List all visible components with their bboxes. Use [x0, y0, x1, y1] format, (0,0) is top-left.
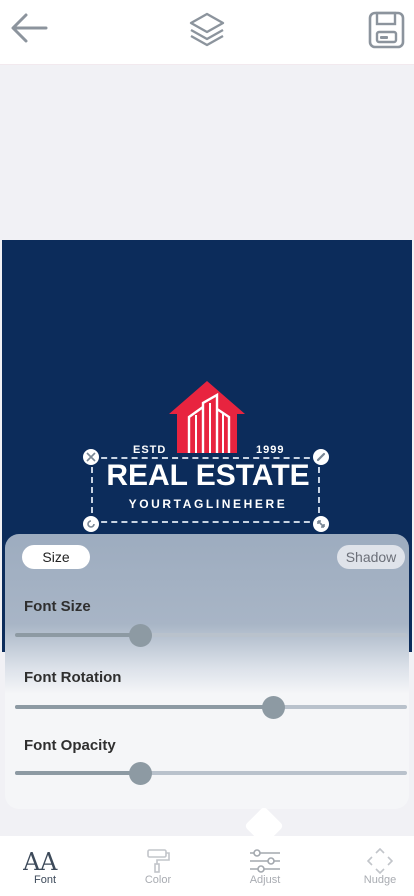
nav-item-nudge[interactable]: Nudge — [330, 836, 414, 896]
tab-size[interactable]: Size — [22, 545, 90, 569]
svg-text:A: A — [23, 848, 41, 872]
tab-shadow[interactable]: Shadow — [337, 545, 405, 569]
font-opacity-slider[interactable] — [15, 771, 407, 775]
bottom-nav: A A Font Color Adjust Nudge — [0, 836, 414, 896]
house-logo-icon — [167, 381, 247, 460]
nav-item-adjust[interactable]: Adjust — [215, 836, 315, 896]
font-rotation-slider-thumb[interactable] — [262, 696, 285, 719]
nav-item-color[interactable]: Color — [108, 836, 208, 896]
slider-fill — [15, 771, 140, 775]
slider-fill — [15, 705, 274, 709]
canvas-background — [0, 65, 414, 240]
nav-label-nudge: Nudge — [363, 874, 397, 886]
text-selection-box[interactable] — [91, 457, 320, 523]
resize-handle-icon[interactable] — [313, 516, 329, 532]
font-size-label: Font Size — [24, 598, 91, 615]
nav-label-adjust: Adjust — [249, 874, 281, 886]
font-rotation-label: Font Rotation — [24, 669, 122, 686]
rotate-handle-icon[interactable] — [83, 516, 99, 532]
font-aa-icon: A A — [22, 846, 63, 877]
font-opacity-label: Font Opacity — [24, 737, 116, 754]
nav-label-color: Color — [144, 874, 172, 886]
svg-text:A: A — [39, 848, 58, 872]
edit-pencil-icon[interactable] — [313, 449, 329, 465]
font-size-slider-thumb[interactable] — [129, 624, 152, 647]
font-opacity-slider-thumb[interactable] — [129, 762, 152, 785]
font-settings-panel: Size Shadow Font Size Font Rotation Font… — [5, 534, 409, 809]
floppy-disk-icon[interactable] — [368, 10, 406, 55]
nav-label-font: Font — [33, 874, 56, 886]
nav-item-font[interactable]: A A Font — [0, 836, 95, 896]
estd-text: ESTD — [133, 444, 167, 456]
font-rotation-slider[interactable] — [15, 705, 407, 709]
year-text: 1999 — [256, 444, 285, 456]
top-toolbar — [0, 0, 414, 65]
font-size-slider[interactable] — [15, 633, 407, 637]
arrow-left-icon[interactable] — [8, 10, 50, 51]
delete-handle-icon[interactable] — [83, 449, 99, 465]
layers-icon[interactable] — [187, 10, 227, 55]
slider-fill — [15, 633, 140, 637]
